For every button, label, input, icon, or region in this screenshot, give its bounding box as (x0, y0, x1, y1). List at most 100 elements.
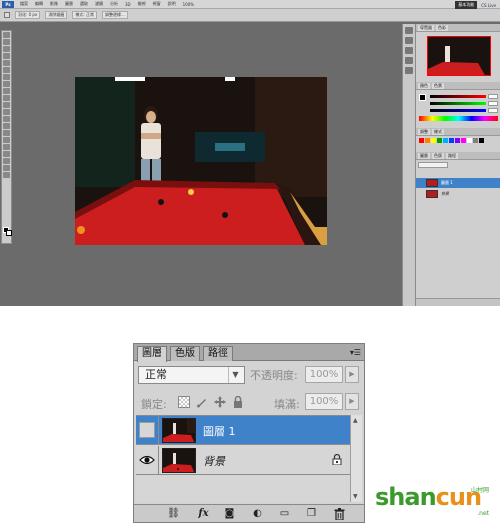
eyedropper-tool-icon[interactable] (3, 67, 10, 73)
move-tool-icon[interactable] (3, 32, 10, 38)
menu-filter[interactable]: 濾鏡 (95, 1, 103, 7)
tab-swatches[interactable]: 色票 (432, 83, 444, 89)
character-icon[interactable] (405, 47, 413, 54)
style-swatch[interactable] (419, 138, 424, 143)
tab-channels-mini[interactable]: 色版 (432, 153, 444, 159)
style-swatch[interactable] (431, 138, 436, 143)
layer-row-layer-1[interactable]: 圖層 1 (136, 416, 350, 445)
tab-paths[interactable]: 路徑 (203, 346, 233, 361)
quick-select-tool-icon[interactable] (3, 53, 10, 59)
menu-image[interactable]: 影像 (50, 1, 58, 7)
green-value[interactable] (488, 101, 498, 106)
fill-slider-button[interactable]: ▶ (345, 393, 359, 410)
group-folder-icon[interactable]: ▭ (278, 508, 291, 520)
tab-layers[interactable]: 圖層 (137, 346, 167, 362)
brush-preset-icon[interactable] (405, 67, 413, 74)
history-brush-tool-icon[interactable] (3, 95, 10, 101)
antialias-checkbox[interactable]: 消除鋸齒 (45, 11, 68, 19)
style-swatch[interactable] (443, 138, 448, 143)
red-slider[interactable] (430, 95, 486, 98)
fill-field[interactable]: 100% (305, 393, 343, 410)
opacity-slider-button[interactable]: ▶ (345, 366, 359, 383)
eye-icon[interactable] (139, 452, 155, 468)
red-value[interactable] (488, 94, 498, 99)
dodge-tool-icon[interactable] (3, 123, 10, 129)
style-swatches[interactable] (419, 138, 484, 143)
type-tool-icon[interactable] (3, 137, 10, 143)
zoom-level[interactable]: 100% (183, 2, 194, 7)
fx-icon[interactable]: fx (197, 508, 210, 520)
blue-value[interactable] (488, 108, 498, 113)
cs-live-button[interactable]: CS Live (481, 3, 496, 8)
tab-histogram[interactable]: 色彩 (436, 25, 448, 31)
mask-icon[interactable]: ◙ (223, 508, 236, 520)
actions-icon[interactable] (405, 37, 413, 44)
menu-select[interactable]: 選取 (80, 1, 88, 7)
lock-all-icon[interactable] (232, 395, 244, 408)
lasso-tool-icon[interactable] (3, 46, 10, 52)
color-fg-swatch[interactable] (419, 94, 426, 101)
style-swatch[interactable] (425, 138, 430, 143)
lock-transparency-icon[interactable] (178, 396, 190, 408)
style-swatch[interactable] (449, 138, 454, 143)
lock-pixels-brush-icon[interactable] (196, 396, 208, 408)
style-swatch[interactable] (461, 138, 466, 143)
tab-color[interactable]: 顏色 (418, 83, 430, 89)
layer-name[interactable]: 背景 (203, 453, 225, 469)
blue-slider[interactable] (430, 109, 486, 112)
lock-position-move-icon[interactable] (214, 396, 226, 408)
scroll-up-icon[interactable]: ▲ (353, 417, 358, 424)
gradient-tool-icon[interactable] (3, 109, 10, 115)
menu-file[interactable]: 檔案 (20, 1, 28, 7)
menu-window[interactable]: 視窗 (153, 1, 161, 7)
zoom-tool-icon[interactable] (3, 172, 10, 178)
menu-help[interactable]: 說明 (168, 1, 176, 7)
tab-layers-mini[interactable]: 圖層 (418, 153, 430, 159)
paragraph-icon[interactable] (405, 57, 413, 64)
pen-tool-icon[interactable] (3, 130, 10, 136)
tab-paths-mini[interactable]: 路徑 (446, 153, 458, 159)
menu-layer[interactable]: 圖層 (65, 1, 73, 7)
blend-mode-mini[interactable] (418, 162, 448, 168)
eraser-tool-icon[interactable] (3, 102, 10, 108)
style-select[interactable]: 樣式: 正常 (72, 11, 97, 19)
mini-layer-row[interactable]: 圖層 1 (416, 178, 500, 188)
tab-channels[interactable]: 色版 (170, 346, 200, 361)
hand-tool-icon[interactable] (3, 165, 10, 171)
blend-mode-select[interactable]: 正常 ▼ (138, 366, 245, 384)
marquee-tool-icon[interactable] (3, 39, 10, 45)
healing-brush-tool-icon[interactable] (3, 74, 10, 80)
menu-3d[interactable]: 3D (125, 2, 131, 7)
menu-analysis[interactable]: 分析 (110, 1, 118, 7)
style-swatch[interactable] (479, 138, 484, 143)
navigator-thumbnail[interactable] (427, 36, 491, 76)
style-swatch[interactable] (473, 138, 478, 143)
visibility-toggle[interactable] (139, 422, 155, 438)
new-layer-icon[interactable]: ❐ (305, 508, 318, 520)
marquee-tool-icon[interactable] (4, 12, 10, 18)
tab-styles[interactable]: 樣式 (432, 129, 444, 135)
tab-adjustments[interactable]: 調整 (418, 129, 430, 135)
workspace-button[interactable]: 基本功能 (455, 1, 478, 9)
adjustment-icon[interactable]: ◐ (251, 508, 264, 520)
panel-menu-icon[interactable]: ▾☰ (350, 348, 361, 357)
green-slider[interactable] (430, 102, 486, 105)
color-ramp[interactable] (419, 116, 498, 121)
mini-layer-row[interactable]: 背景 (416, 189, 500, 199)
3d-rotate-tool-icon[interactable] (3, 158, 10, 164)
shape-tool-icon[interactable] (3, 151, 10, 157)
layer-name[interactable]: 圖層 1 (203, 423, 236, 439)
tab-navigator[interactable]: 導覽器 (418, 25, 434, 31)
style-swatch[interactable] (455, 138, 460, 143)
blur-tool-icon[interactable] (3, 116, 10, 122)
layer-row-background[interactable]: 背景 (136, 446, 350, 475)
history-icon[interactable] (405, 27, 413, 34)
background-color-swatch[interactable] (6, 230, 12, 236)
trash-icon[interactable] (333, 508, 346, 521)
brush-tool-icon[interactable] (3, 81, 10, 87)
menu-edit[interactable]: 編輯 (35, 1, 43, 7)
style-swatch[interactable] (437, 138, 442, 143)
menu-view[interactable]: 檢視 (138, 1, 146, 7)
opacity-field[interactable]: 100% (305, 366, 343, 383)
scroll-down-icon[interactable]: ▼ (353, 493, 358, 500)
